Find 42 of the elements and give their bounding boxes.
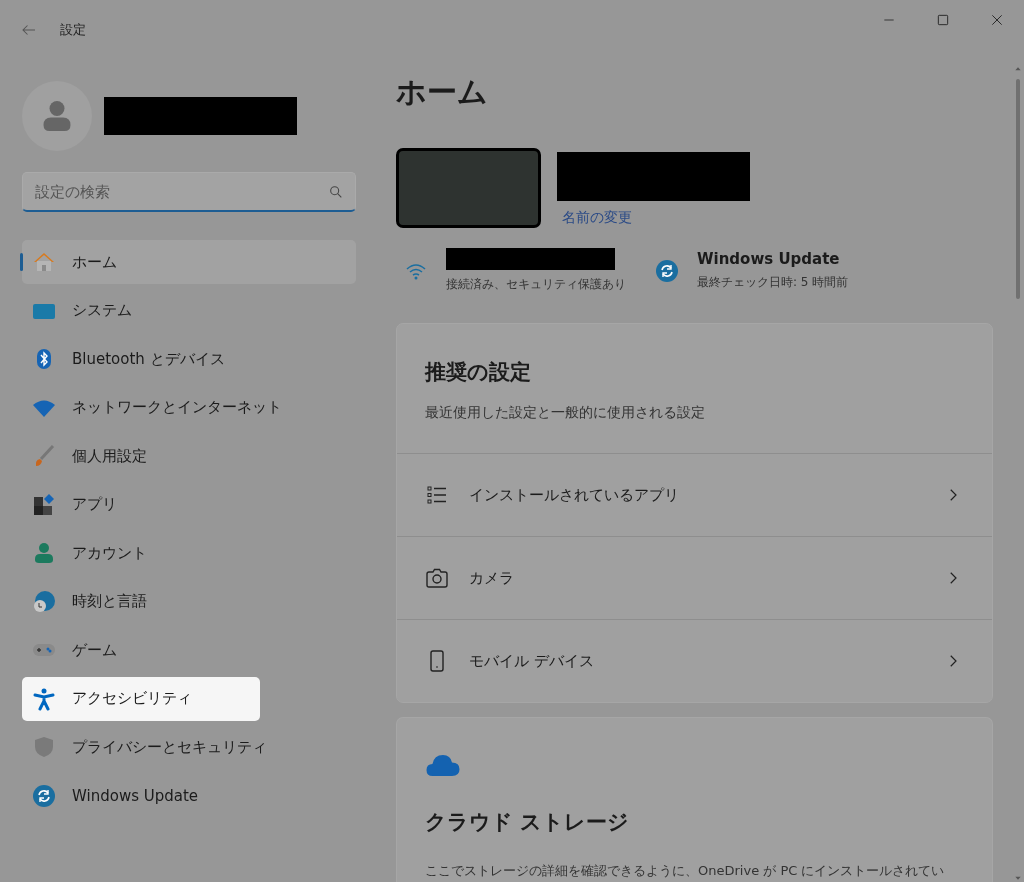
page-title: ホーム	[396, 73, 489, 111]
nav-item[interactable]: ホーム	[22, 240, 356, 284]
person-icon	[32, 541, 56, 565]
update-title: Windows Update	[697, 250, 841, 268]
network-status: 接続済み、セキュリティ保護あり	[446, 276, 626, 293]
nav-item[interactable]: Windows Update	[22, 773, 356, 818]
shield-icon	[32, 735, 56, 759]
update-status: 最終チェック日時: 5 時間前	[697, 274, 849, 291]
settings-row[interactable]: インストールされているアプリ	[397, 453, 992, 536]
apps-icon	[32, 492, 56, 517]
card-title: クラウド ストレージ	[425, 809, 631, 836]
nav-item[interactable]: 個人用設定	[22, 434, 356, 478]
nav-item[interactable]: プライバシーとセキュリティ	[22, 725, 356, 769]
window-title: 設定	[60, 21, 86, 39]
card-title: 推奨の設定	[425, 359, 532, 386]
nav-item[interactable]: アクセシビリティ	[22, 676, 260, 721]
refresh-icon	[32, 783, 56, 808]
close-icon	[990, 13, 1004, 27]
list-icon	[425, 483, 449, 507]
camera-icon	[425, 566, 449, 590]
nav-item[interactable]: アカウント	[22, 531, 356, 575]
scroll-down-icon	[1014, 874, 1022, 882]
search-field[interactable]: 設定の検索	[22, 172, 356, 212]
settings-row[interactable]: モバイル デバイス	[397, 619, 992, 702]
nav-item[interactable]: ネットワークとインターネット	[22, 385, 356, 430]
maximize-icon	[936, 13, 950, 27]
scrollbar-thumb[interactable]	[1016, 79, 1020, 299]
search-icon	[328, 184, 344, 200]
nav-item[interactable]: アプリ	[22, 482, 356, 527]
house-icon	[32, 250, 56, 274]
scroll-up-icon	[1014, 65, 1022, 73]
settings-row[interactable]: カメラ	[397, 536, 992, 619]
accessibility-icon	[32, 686, 56, 711]
nav-item[interactable]: ゲーム	[22, 628, 356, 672]
card-subtitle: 最近使用した設定と一般的に使用される設定	[425, 404, 706, 422]
globe-clock-icon	[32, 589, 56, 614]
refresh-icon	[655, 258, 679, 283]
nav-item[interactable]: 時刻と言語	[22, 579, 356, 624]
nav-item[interactable]: Bluetooth とデバイス	[22, 337, 356, 381]
card-text: ここでストレージの詳細を確認できるように、OneDrive が PC にインストールされてい	[425, 862, 946, 879]
nav-item[interactable]: システム	[22, 288, 356, 333]
rename-link[interactable]: 名前の変更	[562, 209, 750, 227]
